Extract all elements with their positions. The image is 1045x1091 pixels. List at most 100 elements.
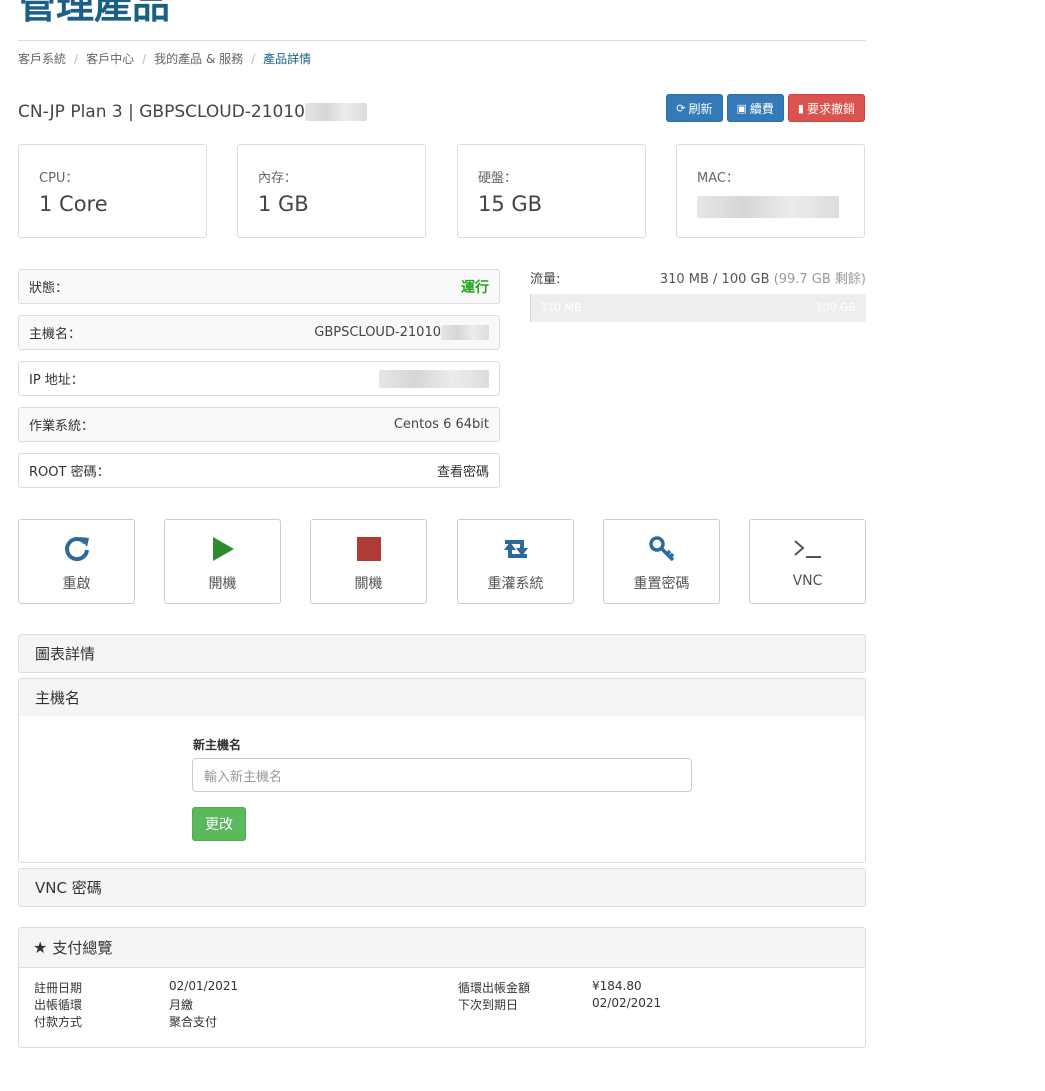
renew-button-label: 續費 — [749, 101, 774, 116]
new-hostname-label: 新主機名 — [193, 738, 242, 752]
breadcrumb-separator: / — [74, 52, 79, 66]
spec-label: CPU： — [39, 171, 79, 186]
panel-chart-details[interactable]: 圖表詳情 — [18, 634, 866, 673]
retweet-icon — [500, 534, 532, 564]
ip-label: IP 地址： — [29, 373, 84, 388]
spec-label: 內存： — [258, 171, 298, 186]
spec-card-disk: 硬盤： 15 GB — [457, 144, 646, 238]
request-cancel-button-label: 要求撤銷 — [806, 101, 855, 116]
breadcrumb-item-my-products[interactable]: 我的產品 & 服務 — [154, 52, 243, 66]
reinstall-os-button[interactable]: 重灌系統 — [457, 519, 574, 604]
star-icon: ★ — [33, 938, 48, 957]
spec-card-cpu: CPU： 1 Core — [18, 144, 207, 238]
reboot-button-label: 重啟 — [62, 576, 91, 592]
stop-icon — [356, 534, 382, 564]
payment-overview-panel: ★ 支付總覽 註冊日期 02/01/2021 出帳循環 月繳 付款方式 聚合支付… — [18, 927, 866, 1048]
product-name-text: CN-JP Plan 3 | GBPSCLOUD-21010 — [18, 102, 305, 122]
traffic-progress-bar: 310 MB 100 GB — [530, 294, 866, 322]
terminal-icon — [793, 534, 823, 564]
status-badge: 運行 — [461, 279, 489, 296]
hostname-value-text: GBPSCLOUD-21010 — [314, 325, 441, 340]
info-row-ip: IP 地址： — [18, 361, 500, 396]
panel-hostname[interactable]: 主機名 — [18, 678, 866, 717]
traffic-used: 310 MB / 100 GB — [659, 272, 770, 287]
traffic-usage: 310 MB / 100 GB (99.7 GB 剩餘) — [530, 268, 866, 287]
trash-icon: ▮ — [797, 101, 804, 115]
traffic-progress-fill — [530, 294, 531, 322]
breadcrumb-item-client-area[interactable]: 客戶中心 — [86, 52, 134, 66]
product-action-buttons: ⟳ 刷新 ▣ 續費 ▮ 要求撤銷 — [666, 94, 865, 122]
redacted-text — [305, 103, 367, 121]
power-off-button[interactable]: 關機 — [310, 519, 427, 604]
traffic-bar-min: 310 MB — [540, 301, 582, 314]
panel-title: 圖表詳情 — [35, 645, 96, 663]
redacted-text — [379, 369, 489, 388]
breadcrumb: 客戶系統 / 客戶中心 / 我的產品 & 服務 / 產品詳情 — [18, 50, 311, 67]
recurring-amount-value: ¥184.80 — [592, 979, 642, 993]
change-hostname-button[interactable]: 更改 — [192, 807, 246, 841]
breadcrumb-separator: / — [251, 52, 256, 66]
registration-date-value: 02/01/2021 — [169, 979, 239, 993]
refresh-icon — [63, 534, 91, 564]
info-row-root-password: ROOT 密碼： 查看密碼 — [18, 453, 500, 488]
power-on-button-label: 開機 — [208, 576, 237, 592]
billing-cycle-label: 出帳循環 — [34, 998, 83, 1012]
panel-vnc-password[interactable]: VNC 密碼 — [18, 868, 866, 907]
spec-value: 1 Core — [39, 192, 108, 216]
renew-button[interactable]: ▣ 續費 — [726, 94, 784, 122]
next-due-date-value: 02/02/2021 — [592, 996, 662, 1010]
change-hostname-button-label: 更改 — [205, 817, 233, 833]
new-hostname-input[interactable]: 輸入新主機名 — [192, 758, 692, 792]
breadcrumb-item-portal[interactable]: 客戶系統 — [18, 52, 66, 66]
page-title: 管理產品 — [18, 0, 171, 27]
info-row-status: 狀態： 運行 — [18, 269, 500, 304]
reinstall-os-button-label: 重灌系統 — [487, 576, 544, 592]
refresh-button[interactable]: ⟳ 刷新 — [666, 94, 723, 122]
spec-value: 15 GB — [478, 192, 543, 216]
redacted-text — [441, 325, 489, 340]
traffic-bar-max: 100 GB — [815, 301, 856, 314]
invoice-icon: ▣ — [736, 101, 747, 115]
view-password-link[interactable]: 查看密碼 — [437, 461, 489, 480]
key-icon — [648, 534, 676, 564]
reboot-button[interactable]: 重啟 — [18, 519, 135, 604]
os-label: 作業系統： — [29, 419, 95, 434]
next-due-date-label: 下次到期日 — [458, 998, 519, 1012]
power-off-button-label: 關機 — [354, 576, 383, 592]
root-password-label: ROOT 密碼： — [29, 465, 110, 480]
panel-title: VNC 密碼 — [35, 879, 102, 897]
traffic-remaining: (99.7 GB 剩餘) — [773, 272, 866, 287]
panel-title: 主機名 — [35, 689, 81, 707]
hostname-value: GBPSCLOUD-21010 — [314, 325, 489, 340]
request-cancel-button[interactable]: ▮ 要求撤銷 — [787, 94, 865, 122]
info-row-hostname: 主機名： GBPSCLOUD-21010 — [18, 315, 500, 350]
spec-label: 硬盤： — [478, 171, 518, 186]
power-on-button[interactable]: 開機 — [164, 519, 281, 604]
os-value: Centos 6 64bit — [393, 417, 489, 432]
refresh-icon: ⟳ — [676, 101, 686, 115]
vnc-button[interactable]: VNC — [749, 519, 866, 604]
product-name: CN-JP Plan 3 | GBPSCLOUD-21010 — [18, 102, 367, 122]
recurring-amount-label: 循環出帳金額 — [458, 981, 531, 995]
billing-cycle-value: 月繳 — [169, 998, 194, 1012]
hostname-form: 新主機名 輸入新主機名 更改 — [18, 716, 866, 863]
payment-overview-header: ★ 支付總覽 — [19, 928, 865, 968]
new-hostname-placeholder: 輸入新主機名 — [204, 769, 283, 785]
breadcrumb-item-current: 產品詳情 — [263, 52, 312, 66]
registration-date-label: 註冊日期 — [34, 981, 83, 995]
spec-card-memory: 內存： 1 GB — [237, 144, 426, 238]
redacted-text — [697, 196, 839, 218]
vnc-button-label: VNC — [792, 573, 823, 589]
hostname-label: 主機名： — [29, 327, 82, 342]
spec-label: MAC： — [697, 171, 739, 186]
spec-card-mac: MAC： — [676, 144, 865, 238]
payment-method-value: 聚合支付 — [169, 1015, 218, 1029]
breadcrumb-separator: / — [142, 52, 147, 66]
payment-overview-title: 支付總覽 — [52, 939, 113, 957]
status-label: 狀態： — [29, 281, 69, 296]
spec-value: 1 GB — [258, 192, 309, 216]
reset-password-button-label: 重置密碼 — [633, 576, 690, 592]
reset-password-button[interactable]: 重置密碼 — [603, 519, 720, 604]
info-row-os: 作業系統： Centos 6 64bit — [18, 407, 500, 442]
refresh-button-label: 刷新 — [688, 101, 713, 116]
